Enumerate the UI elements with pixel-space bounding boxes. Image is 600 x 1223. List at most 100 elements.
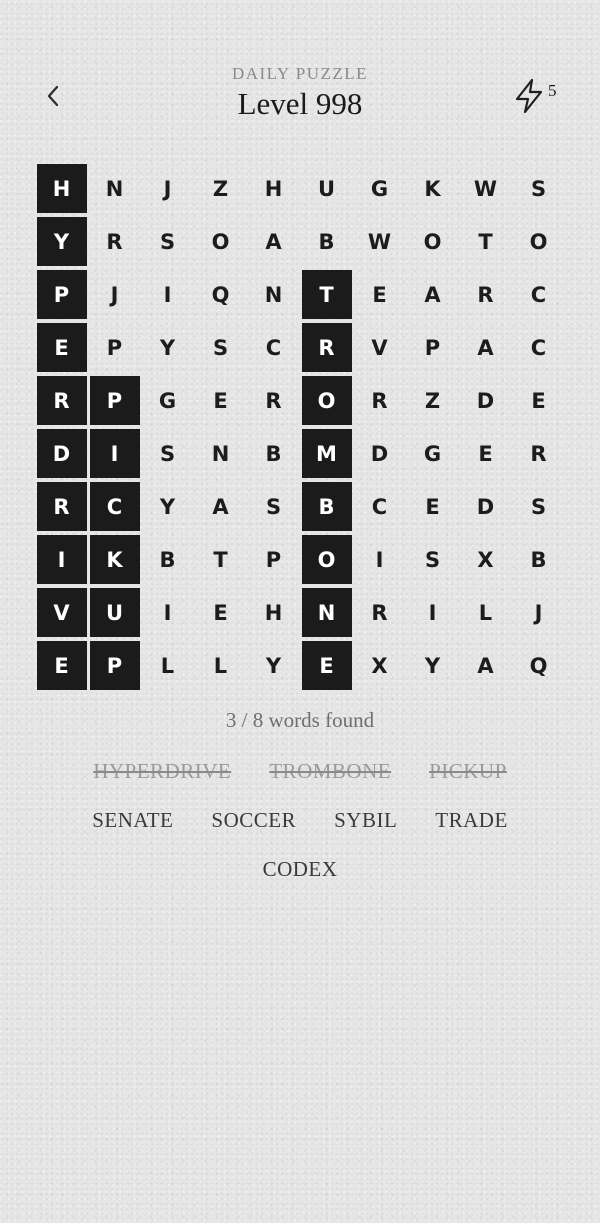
grid-cell[interactable]: D	[459, 480, 512, 533]
grid-cell[interactable]: P	[36, 270, 87, 319]
grid-cell[interactable]: I	[89, 429, 140, 478]
grid-cell[interactable]: H	[247, 586, 300, 639]
grid-cell[interactable]: U	[89, 588, 140, 637]
grid-cell[interactable]: E	[301, 641, 352, 690]
grid-cell[interactable]: P	[88, 321, 141, 374]
grid-cell[interactable]: E	[406, 480, 459, 533]
grid-cell[interactable]: P	[247, 533, 300, 586]
grid-cell[interactable]: B	[512, 533, 565, 586]
grid-cell[interactable]: S	[406, 533, 459, 586]
grid-cell[interactable]: Y	[406, 639, 459, 692]
grid-cell[interactable]: R	[512, 427, 565, 480]
grid-cell[interactable]: E	[194, 374, 247, 427]
grid-cell[interactable]: Y	[247, 639, 300, 692]
grid-cell[interactable]: R	[301, 323, 352, 372]
grid-cell[interactable]: C	[89, 482, 140, 531]
grid-cell[interactable]: M	[301, 429, 352, 478]
grid-cell[interactable]: I	[141, 268, 194, 321]
grid-cell[interactable]: L	[194, 639, 247, 692]
grid-cell[interactable]: K	[89, 535, 140, 584]
grid-cell[interactable]: A	[459, 639, 512, 692]
grid-cell[interactable]: J	[512, 586, 565, 639]
grid-cell[interactable]: O	[301, 535, 352, 584]
grid-cell[interactable]: O	[512, 215, 565, 268]
grid-cell[interactable]: Y	[36, 217, 87, 266]
grid-cell[interactable]: H	[36, 164, 87, 213]
grid-cell[interactable]: S	[141, 215, 194, 268]
grid-cell[interactable]: O	[194, 215, 247, 268]
grid-cell[interactable]: I	[353, 533, 406, 586]
hint-button[interactable]: 5	[512, 78, 564, 114]
grid-cell[interactable]: V	[353, 321, 406, 374]
grid-cell[interactable]: W	[353, 215, 406, 268]
grid-cell[interactable]: A	[459, 321, 512, 374]
grid-cell[interactable]: S	[141, 427, 194, 480]
grid-cell[interactable]: G	[406, 427, 459, 480]
grid-cell[interactable]: J	[141, 162, 194, 215]
grid-cell[interactable]: Q	[194, 268, 247, 321]
grid-cell[interactable]: H	[247, 162, 300, 215]
grid-cell[interactable]: Z	[406, 374, 459, 427]
grid-cell[interactable]: Z	[194, 162, 247, 215]
grid-cell[interactable]: L	[141, 639, 194, 692]
grid-cell[interactable]: O	[301, 376, 352, 425]
grid-cell[interactable]: L	[459, 586, 512, 639]
grid-cell[interactable]: A	[406, 268, 459, 321]
grid-cell[interactable]: C	[247, 321, 300, 374]
grid-cell[interactable]: J	[88, 268, 141, 321]
grid-cell[interactable]: P	[89, 376, 140, 425]
grid-cell[interactable]: B	[141, 533, 194, 586]
grid-cell[interactable]: E	[36, 323, 87, 372]
grid-cell[interactable]: E	[194, 586, 247, 639]
grid-cell[interactable]: Y	[141, 321, 194, 374]
grid-cell[interactable]: E	[36, 641, 87, 690]
grid-cell[interactable]: U	[300, 162, 353, 215]
grid-cell[interactable]: T	[459, 215, 512, 268]
grid-cell[interactable]: T	[301, 270, 352, 319]
grid-cell[interactable]: S	[512, 480, 565, 533]
grid-cell[interactable]: N	[88, 162, 141, 215]
grid-cell[interactable]: S	[512, 162, 565, 215]
grid-cell[interactable]: G	[141, 374, 194, 427]
grid-cell[interactable]: E	[512, 374, 565, 427]
grid-cell[interactable]: B	[301, 482, 352, 531]
grid-cell[interactable]: X	[353, 639, 406, 692]
grid-cell[interactable]: Y	[141, 480, 194, 533]
grid-cell[interactable]: B	[247, 427, 300, 480]
grid-cell[interactable]: R	[36, 482, 87, 531]
grid-cell[interactable]: Q	[512, 639, 565, 692]
grid-cell[interactable]: V	[36, 588, 87, 637]
grid-cell[interactable]: A	[247, 215, 300, 268]
grid-cell[interactable]: N	[301, 588, 352, 637]
grid-cell[interactable]: B	[300, 215, 353, 268]
grid-cell[interactable]: R	[36, 376, 87, 425]
grid-cell[interactable]: R	[459, 268, 512, 321]
grid-cell[interactable]: W	[459, 162, 512, 215]
grid-cell[interactable]: C	[512, 321, 565, 374]
grid-cell[interactable]: D	[459, 374, 512, 427]
grid-cell[interactable]: D	[36, 429, 87, 478]
grid-cell[interactable]: E	[353, 268, 406, 321]
grid-cell[interactable]: S	[194, 321, 247, 374]
grid-cell[interactable]: N	[247, 268, 300, 321]
grid-cell[interactable]: O	[406, 215, 459, 268]
grid-cell[interactable]: I	[406, 586, 459, 639]
grid-cell[interactable]: K	[406, 162, 459, 215]
grid-cell[interactable]: T	[194, 533, 247, 586]
grid-cell[interactable]: R	[247, 374, 300, 427]
grid-cell[interactable]: S	[247, 480, 300, 533]
grid-cell[interactable]: X	[459, 533, 512, 586]
grid-cell[interactable]: E	[459, 427, 512, 480]
grid-cell[interactable]: N	[194, 427, 247, 480]
grid-cell[interactable]: A	[194, 480, 247, 533]
grid-cell[interactable]: D	[353, 427, 406, 480]
grid-cell[interactable]: I	[141, 586, 194, 639]
grid-cell[interactable]: C	[512, 268, 565, 321]
grid-cell[interactable]: R	[88, 215, 141, 268]
grid-cell[interactable]: R	[353, 586, 406, 639]
grid-cell[interactable]: G	[353, 162, 406, 215]
grid-cell[interactable]: I	[36, 535, 87, 584]
grid-cell[interactable]: C	[353, 480, 406, 533]
grid-cell[interactable]: R	[353, 374, 406, 427]
grid-cell[interactable]: P	[89, 641, 140, 690]
